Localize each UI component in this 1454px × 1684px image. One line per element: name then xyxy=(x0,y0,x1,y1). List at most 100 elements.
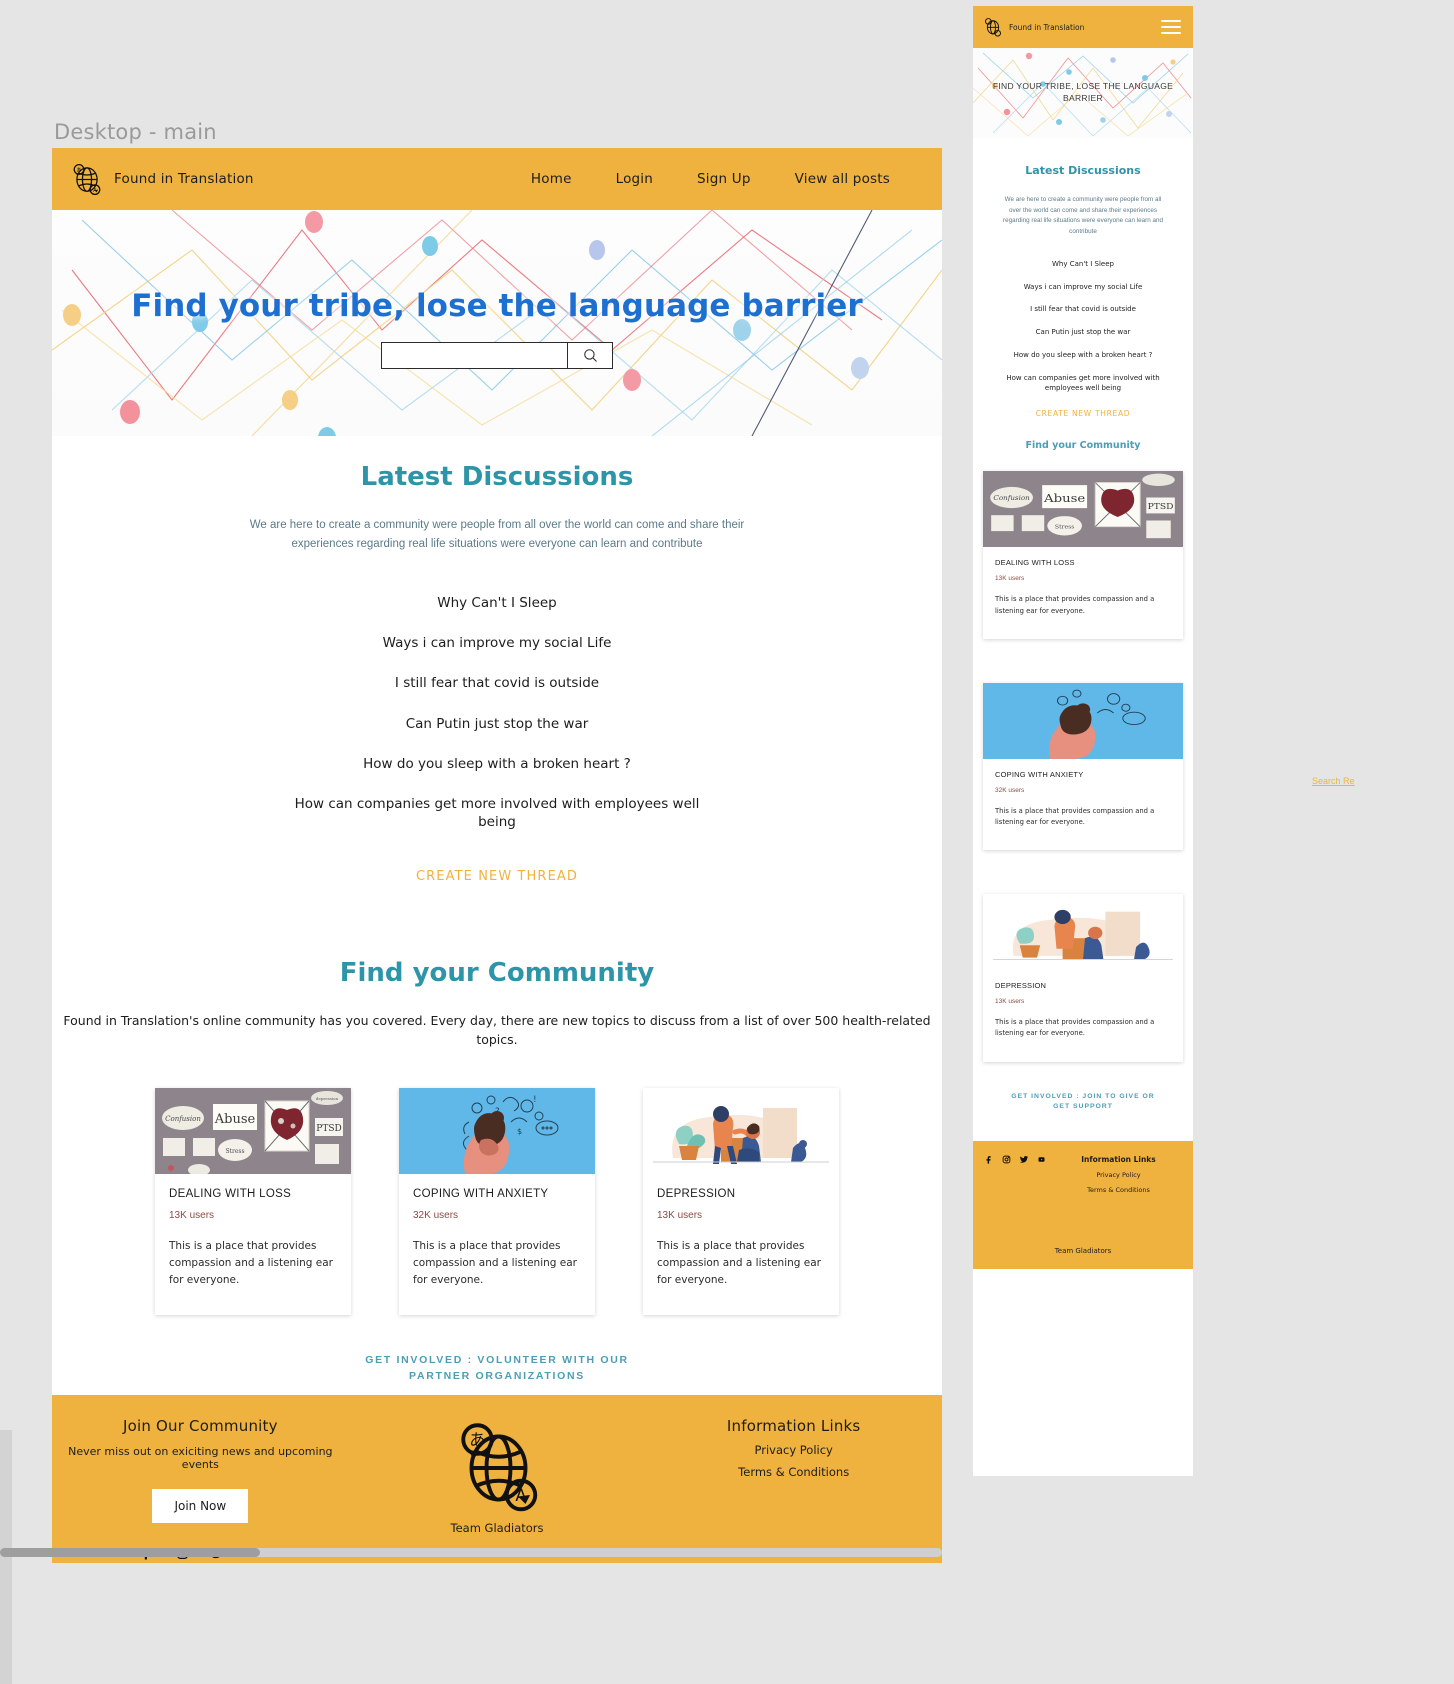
community-card-body: COPING WITH ANXIETY 32K users This is a … xyxy=(399,1174,595,1315)
thread-item[interactable]: Why Can't I Sleep xyxy=(1052,260,1114,270)
search-button[interactable] xyxy=(567,342,613,369)
community-card-desc: This is a place that provides compassion… xyxy=(169,1239,333,1286)
desktop-hero: Find your tribe, lose the language barri… xyxy=(52,210,942,436)
svg-text:Confusion: Confusion xyxy=(993,495,1029,502)
latest-discussions-subtitle: We are here to create a community were p… xyxy=(249,519,745,550)
mobile-brand-name: Found in Translation xyxy=(1009,22,1085,32)
latest-discussions-section: Latest Discussions We are here to create… xyxy=(52,436,942,884)
join-now-button[interactable]: Join Now xyxy=(152,1489,249,1523)
community-card[interactable]: DEPRESSION 13K users This is a place tha… xyxy=(983,894,1183,1062)
community-card-users: 32K users xyxy=(995,786,1025,794)
hamburger-menu-icon[interactable] xyxy=(1161,20,1181,34)
thread-item[interactable]: How can companies get more involved with… xyxy=(996,374,1171,394)
mobile-frame: Found in Translation FIND YOUR TRIBE, LO… xyxy=(973,6,1193,1476)
community-card[interactable]: Confusion Abuse PTSD Stress DEALING WITH… xyxy=(983,471,1183,639)
footer-info-heading: Information Links xyxy=(726,1417,861,1435)
thread-list: Why Can't I Sleep Ways i can improve my … xyxy=(52,594,942,832)
community-card[interactable]: ? ! $ COPING WITH ANXIETY 32K use xyxy=(399,1087,595,1315)
community-card[interactable]: Confusion Abuse PTSD depression Stress D… xyxy=(155,1087,351,1315)
footer-link-terms-conditions[interactable]: Terms & Conditions xyxy=(645,1465,942,1479)
thread-item[interactable]: Why Can't I Sleep xyxy=(437,594,557,612)
svg-text:A: A xyxy=(93,188,97,194)
svg-text:Confusion: Confusion xyxy=(165,1115,201,1123)
mobile-create-new-thread-link[interactable]: CREATE NEW THREAD xyxy=(973,409,1193,418)
svg-text:depression: depression xyxy=(316,1096,339,1101)
twitter-icon[interactable] xyxy=(1019,1155,1029,1164)
hero-search xyxy=(381,342,613,369)
community-card-title: DEALING WITH LOSS xyxy=(995,558,1075,568)
footer-team-name: Team Gladiators xyxy=(450,1521,544,1535)
left-edge-strip xyxy=(0,1430,12,1684)
search-input[interactable] xyxy=(381,342,567,369)
nav-link-login[interactable]: Login xyxy=(616,171,653,187)
mobile-community-card-list: Confusion Abuse PTSD Stress DEALING WITH… xyxy=(973,471,1193,1062)
community-card-body: DEPRESSION 13K users This is a place tha… xyxy=(643,1174,839,1315)
community-card[interactable]: DEPRESSION 13K users This is a place tha… xyxy=(643,1087,839,1315)
thread-item[interactable]: How can companies get more involved with… xyxy=(287,795,707,831)
anxiety-illustration xyxy=(983,682,1183,759)
mobile-hero-title: FIND YOUR TRIBE, LOSE THE LANGUAGE BARRI… xyxy=(992,81,1174,104)
nav-link-view-all-posts[interactable]: View all posts xyxy=(795,171,890,187)
get-involved-link[interactable]: GET INVOLVED : VOLUNTEER WITH OUR PARTNE… xyxy=(347,1353,647,1385)
facebook-icon[interactable] xyxy=(985,1155,994,1164)
mobile-thread-list: Why Can't I Sleep Ways i can improve my … xyxy=(973,260,1193,394)
community-card-body: DEALING WITH LOSS 13K users This is a pl… xyxy=(983,547,1183,638)
magnifier-icon xyxy=(583,349,597,362)
globe-translate-icon xyxy=(985,18,1001,37)
footer-link-privacy-policy[interactable]: Privacy Policy xyxy=(645,1443,942,1457)
svg-text:Abuse: Abuse xyxy=(1043,491,1085,505)
depression-support-illustration xyxy=(643,1087,839,1174)
community-card-users: 13K users xyxy=(657,1209,703,1221)
brand-name: Found in Translation xyxy=(114,171,254,187)
thread-item[interactable]: I still fear that covid is outside xyxy=(1030,305,1136,315)
thread-item[interactable]: Can Putin just stop the war xyxy=(406,715,589,733)
svg-text:あ: あ xyxy=(469,1431,486,1450)
community-card-users: 13K users xyxy=(995,998,1025,1006)
footer-link-terms-conditions[interactable]: Terms & Conditions xyxy=(1056,1186,1181,1194)
svg-text:Abuse: Abuse xyxy=(214,1112,256,1127)
instagram-icon[interactable] xyxy=(1002,1155,1011,1164)
grief-board-photo: Confusion Abuse PTSD depression Stress xyxy=(155,1087,351,1174)
thread-item[interactable]: How do you sleep with a broken heart ? xyxy=(1014,351,1153,361)
find-community-title: Find your Community xyxy=(339,958,655,989)
community-card-body: DEALING WITH LOSS 13K users This is a pl… xyxy=(155,1174,351,1315)
svg-text:PTSD: PTSD xyxy=(316,1124,341,1134)
footer-join-text: Never miss out on exiciting news and upc… xyxy=(68,1445,333,1471)
community-card-title: COPING WITH ANXIETY xyxy=(995,769,1084,779)
community-card-desc: This is a place that provides compassion… xyxy=(995,806,1155,826)
search-results-edge-label: Search Re xyxy=(1312,776,1355,786)
find-community-section: Find your Community Found in Translation… xyxy=(52,958,942,1384)
thread-item[interactable]: I still fear that covid is outside xyxy=(395,674,599,692)
youtube-icon[interactable] xyxy=(1037,1155,1046,1164)
latest-discussions-title: Latest Discussions xyxy=(360,462,634,492)
mobile-footer: Information Links Privacy Policy Terms &… xyxy=(973,1141,1193,1270)
create-new-thread-link[interactable]: CREATE NEW THREAD xyxy=(52,869,942,884)
nav-link-signup[interactable]: Sign Up xyxy=(697,171,751,187)
community-card-desc: This is a place that provides compassion… xyxy=(995,595,1155,615)
depression-support-illustration xyxy=(983,894,1183,971)
footer-link-privacy-policy[interactable]: Privacy Policy xyxy=(1056,1171,1181,1179)
nav-link-home[interactable]: Home xyxy=(531,171,572,187)
community-card-users: 13K users xyxy=(995,575,1025,583)
mobile-brand[interactable]: Found in Translation xyxy=(983,17,1084,37)
thread-item[interactable]: Can Putin just stop the war xyxy=(1036,328,1131,338)
svg-text:!: ! xyxy=(533,1095,537,1105)
community-card-title: DEALING WITH LOSS xyxy=(169,1187,292,1200)
thread-item[interactable]: Ways i can improve my social Life xyxy=(383,634,612,652)
community-card-body: DEPRESSION 13K users This is a place tha… xyxy=(983,970,1183,1061)
horizontal-scrollbar-thumb[interactable] xyxy=(0,1548,260,1557)
community-card-title: DEPRESSION xyxy=(995,981,1047,991)
mobile-latest-discussions-title: Latest Discussions xyxy=(1025,164,1141,177)
thread-item[interactable]: Ways i can improve my social Life xyxy=(1024,283,1143,293)
community-card-list: Confusion Abuse PTSD depression Stress D… xyxy=(52,1087,942,1315)
footer-logo-column: あ A Team Gladiators xyxy=(349,1417,646,1535)
thread-item[interactable]: How do you sleep with a broken heart ? xyxy=(363,755,631,773)
desktop-nav: Home Login Sign Up View all posts xyxy=(531,171,890,187)
svg-text:$: $ xyxy=(517,1127,522,1136)
community-card[interactable]: COPING WITH ANXIETY 32K users This is a … xyxy=(983,682,1183,851)
svg-text:あ: あ xyxy=(76,167,81,174)
brand[interactable]: あ A Found in Translation xyxy=(70,162,254,196)
grief-board-photo: Confusion Abuse PTSD Stress xyxy=(983,471,1183,548)
mobile-get-involved-link[interactable]: GET INVOLVED : JOIN TO GIVE OR GET SUPPO… xyxy=(1008,1092,1158,1114)
hero-title: Find your tribe, lose the language barri… xyxy=(131,288,863,324)
